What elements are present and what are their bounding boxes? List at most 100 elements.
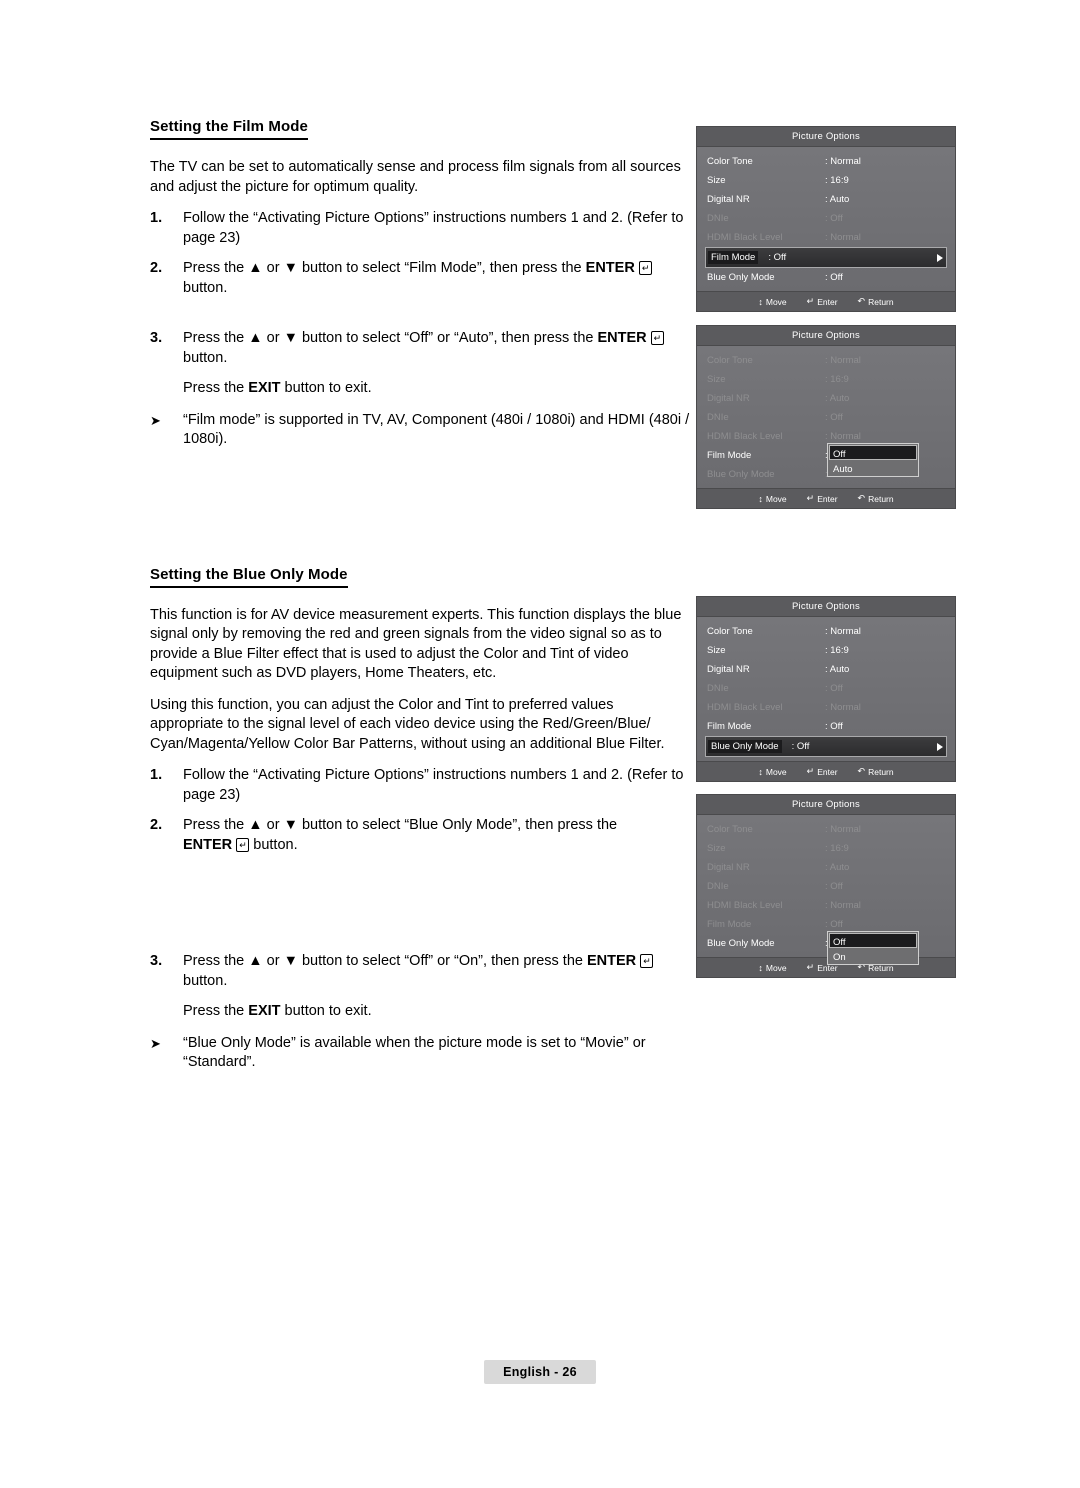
- osd-row-value: : 16:9: [825, 175, 849, 186]
- osd-row-color-tone[interactable]: Color Tone : Normal: [705, 622, 947, 641]
- step-text-before: Press the ▲ or ▼ button to select “Blue …: [183, 817, 618, 833]
- osd-row-dnie[interactable]: DNIe : Off: [705, 877, 947, 896]
- osd-row-color-tone[interactable]: Color Tone : Normal: [705, 820, 947, 839]
- osd-row-value: : Normal: [825, 824, 861, 835]
- osd-footer-enter-label: Enter: [817, 296, 838, 307]
- step-number: 3.: [150, 330, 163, 346]
- osd-footer-return: ↶ Return: [858, 493, 894, 504]
- step-item: 1. Follow the “Activating Picture Option…: [150, 766, 690, 805]
- osd-row-size[interactable]: Size : 16:9: [705, 370, 947, 389]
- osd-row-value: : Off: [791, 741, 810, 752]
- osd-panel-blue-only-options: Picture Options Color Tone : Normal Size…: [696, 794, 956, 978]
- option-on[interactable]: On: [829, 948, 917, 963]
- osd-row-digital-nr[interactable]: Digital NR : Auto: [705, 660, 947, 679]
- osd-row-label: Color Tone: [707, 156, 753, 167]
- osd-row-label: Size: [707, 843, 726, 854]
- osd-footer-return-label: Return: [868, 493, 894, 504]
- exit-instruction: Press the EXIT button to exit.: [150, 1002, 690, 1022]
- osd-row-hdmi-black-level[interactable]: HDMI Black Level : Normal: [705, 698, 947, 717]
- osd-title: Picture Options: [697, 326, 955, 346]
- osd-row-digital-nr[interactable]: Digital NR : Auto: [705, 389, 947, 408]
- osd-row-value: : Off: [825, 881, 843, 892]
- osd-row-size[interactable]: Size : 16:9: [705, 171, 947, 190]
- note-text: “Film mode” is supported in TV, AV, Comp…: [183, 411, 690, 448]
- osd-row-dnie[interactable]: DNIe : Off: [705, 408, 947, 427]
- osd-rows: Color Tone : Normal Size : 16:9 Digital …: [697, 815, 955, 965]
- osd-row-label: Color Tone: [707, 626, 753, 637]
- osd-row-dnie[interactable]: DNIe : Off: [705, 209, 947, 228]
- step-text: Press the ▲ or ▼ button to select “Off” …: [183, 329, 690, 368]
- page-number-badge: English - 26: [484, 1360, 596, 1384]
- enter-key-icon: ↵: [236, 837, 250, 852]
- osd-footer: ↕ Move ↵ Enter ↶ Return: [697, 291, 955, 311]
- osd-footer-enter-label: Enter: [817, 766, 838, 777]
- osd-row-color-tone[interactable]: Color Tone : Normal: [705, 351, 947, 370]
- osd-row-value: : Auto: [825, 664, 850, 675]
- step-item: 2. Press the ▲ or ▼ button to select “Fi…: [150, 259, 690, 298]
- osd-row-label: Film Mode: [707, 450, 752, 461]
- return-icon: ↶: [857, 493, 866, 503]
- step-number: 3.: [150, 953, 163, 969]
- osd-title: Picture Options: [697, 127, 955, 147]
- osd-row-label: Blue Only Mode: [707, 469, 775, 480]
- osd-row-value: : Auto: [825, 862, 850, 873]
- enter-label: ENTER: [587, 953, 637, 969]
- option-auto[interactable]: Auto: [829, 460, 917, 475]
- osd-row-label: Film Mode: [708, 251, 759, 264]
- section-intro-film-mode: The TV can be set to automatically sense…: [150, 159, 681, 195]
- osd-row-color-tone[interactable]: Color Tone : Normal: [705, 152, 947, 171]
- osd-row-hdmi-black-level[interactable]: HDMI Black Level : Normal: [705, 228, 947, 247]
- osd-row-digital-nr[interactable]: Digital NR : Auto: [705, 858, 947, 877]
- step-item: 2. Press the ▲ or ▼ button to select “Bl…: [150, 816, 690, 855]
- updown-arrow-icon: ↕: [758, 766, 763, 777]
- enter-label: ENTER: [597, 330, 647, 346]
- osd-row-digital-nr[interactable]: Digital NR : Auto: [705, 190, 947, 209]
- blue-only-option-popup: Off On: [827, 931, 919, 965]
- osd-row-label: Size: [707, 374, 726, 385]
- step-text-after: button.: [249, 836, 298, 853]
- osd-row-film-mode[interactable]: Film Mode : Off: [705, 717, 947, 736]
- step-text-before: Press the ▲ or ▼ button to select “Off” …: [183, 953, 587, 969]
- osd-row-value: : Auto: [825, 393, 850, 404]
- exit-text-after: button to exit.: [280, 1003, 372, 1019]
- osd-footer-return: ↶ Return: [858, 296, 894, 307]
- osd-row-label: HDMI Black Level: [707, 232, 783, 243]
- osd-row-value: : Normal: [825, 232, 861, 243]
- osd-row-label: Blue Only Mode: [707, 272, 775, 283]
- enter-icon: ↵: [806, 766, 815, 776]
- enter-icon: ↵: [806, 296, 815, 306]
- section-title-blue-only-mode: Setting the Blue Only Mode: [150, 566, 348, 588]
- option-off[interactable]: Off: [829, 445, 917, 460]
- osd-row-value: : Off: [768, 252, 787, 263]
- film-mode-option-popup: Off Auto: [827, 443, 919, 477]
- osd-row-size[interactable]: Size : 16:9: [705, 839, 947, 858]
- osd-footer-enter: ↵ Enter: [807, 296, 838, 307]
- step-item: 1. Follow the “Activating Picture Option…: [150, 209, 690, 248]
- osd-row-value: : Off: [825, 272, 843, 283]
- section-title-film-mode: Setting the Film Mode: [150, 118, 308, 140]
- osd-row-dnie[interactable]: DNIe : Off: [705, 679, 947, 698]
- osd-row-label: Color Tone: [707, 355, 753, 366]
- step-text: Follow the “Activating Picture Options” …: [183, 210, 684, 246]
- step-number: 1.: [150, 210, 163, 226]
- osd-row-label: Size: [707, 645, 726, 656]
- exit-text-before: Press the: [183, 1003, 249, 1019]
- chevron-right-icon: [937, 742, 943, 751]
- osd-row-value: : Normal: [825, 626, 861, 637]
- osd-row-size[interactable]: Size : 16:9: [705, 641, 947, 660]
- step-number: 2.: [150, 817, 163, 833]
- osd-row-blue-only-mode[interactable]: Blue Only Mode : Off: [705, 268, 947, 287]
- option-off[interactable]: Off: [829, 933, 917, 948]
- osd-panel-film-mode-menu: Picture Options Color Tone : Normal Size…: [696, 126, 956, 312]
- osd-footer-enter: ↵ Enter: [807, 493, 838, 504]
- osd-rows: Color Tone : Normal Size : 16:9 Digital …: [697, 147, 955, 291]
- osd-row-value: : 16:9: [825, 645, 849, 656]
- osd-row-label: DNIe: [707, 213, 729, 224]
- step-text: Press the ▲ or ▼ button to select “Film …: [183, 259, 690, 298]
- osd-row-hdmi-black-level[interactable]: HDMI Black Level : Normal: [705, 896, 947, 915]
- osd-row-value: : Normal: [825, 156, 861, 167]
- osd-row-label: HDMI Black Level: [707, 702, 783, 713]
- osd-title: Picture Options: [697, 597, 955, 617]
- osd-row-film-mode[interactable]: Film Mode : Off: [705, 247, 947, 268]
- osd-row-blue-only-mode[interactable]: Blue Only Mode : Off: [705, 736, 947, 757]
